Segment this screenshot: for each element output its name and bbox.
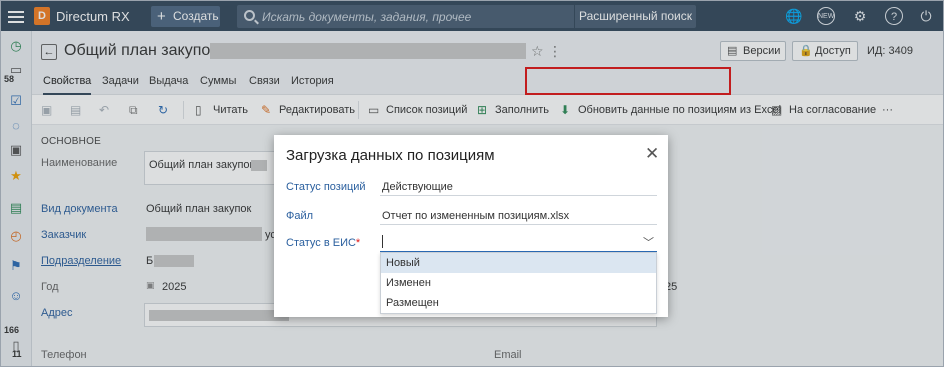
field-underline	[380, 195, 657, 196]
positions-status-value[interactable]: Действующие	[382, 181, 453, 193]
eis-status-label-text: Статус в ЕИС	[286, 237, 356, 249]
option-new[interactable]: Новый	[381, 253, 656, 273]
option-published[interactable]: Размещен	[381, 293, 656, 313]
chevron-down-icon[interactable]: ﹀	[643, 234, 654, 250]
eis-status-label: Статус в ЕИС*	[286, 237, 360, 249]
positions-status-label: Статус позиций	[286, 181, 366, 193]
file-label: Файл	[286, 210, 314, 222]
required-mark: *	[355, 237, 361, 249]
text-caret	[382, 235, 383, 248]
eis-status-select[interactable]: ﹀	[380, 233, 657, 252]
eis-status-dropdown: Новый Изменен Размещен	[380, 252, 657, 314]
app-window: D Directum RX + Создать Искать документы…	[0, 0, 944, 367]
close-icon[interactable]: ✕	[645, 144, 659, 164]
field-underline	[380, 224, 657, 225]
load-data-dialog: Загрузка данных по позициям ✕ Статус поз…	[274, 135, 668, 317]
dialog-title: Загрузка данных по позициям	[286, 147, 495, 164]
file-value[interactable]: Отчет по измененным позициям.xlsx	[382, 210, 569, 222]
option-changed[interactable]: Изменен	[381, 273, 656, 293]
